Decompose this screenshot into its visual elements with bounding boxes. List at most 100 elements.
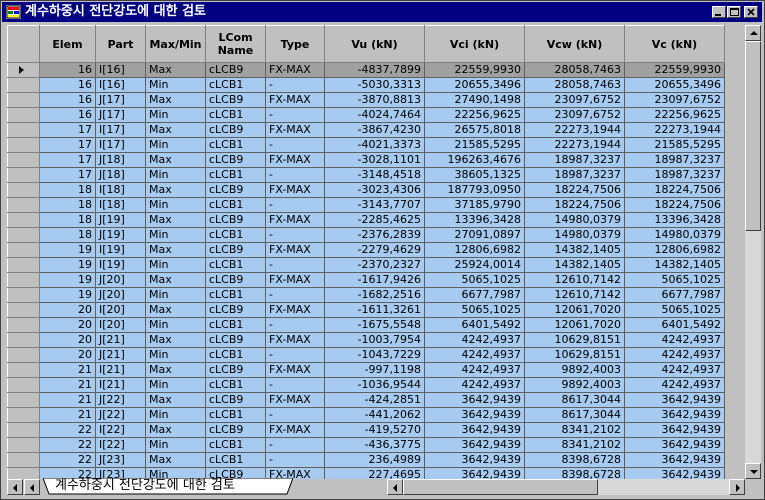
cell-elem[interactable]: 22: [39, 452, 96, 468]
cell-vc[interactable]: 3642,9439: [624, 422, 725, 438]
cell-vci[interactable]: 25924,0014: [424, 257, 525, 273]
cell-vci[interactable]: 20655,3496: [424, 77, 525, 93]
cell-lcom-name[interactable]: cLCB9: [205, 62, 266, 78]
cell-vc[interactable]: 22256,9625: [624, 107, 725, 123]
cell-vu[interactable]: -441,2062: [324, 407, 425, 423]
row-selector[interactable]: [7, 362, 40, 378]
cell-lcom-name[interactable]: cLCB1: [205, 137, 266, 153]
cell-part[interactable]: J[20]: [95, 287, 146, 303]
cell-vcw[interactable]: 28058,7463: [524, 62, 625, 78]
cell-vci[interactable]: 5065,1025: [424, 272, 525, 288]
cell-maxmin[interactable]: Min: [145, 227, 206, 243]
cell-part[interactable]: I[19]: [95, 257, 146, 273]
table-row[interactable]: 20 I[20] Max cLCB9 FX-MAX -1611,3261 5065,1025…: [7, 302, 725, 318]
cell-lcom-name[interactable]: cLCB9: [205, 92, 266, 108]
cell-vc[interactable]: 18224,7506: [624, 197, 725, 213]
row-selector[interactable]: [7, 212, 40, 228]
table-row[interactable]: 21 I[21] Max cLCB9 FX-MAX -997,1198 4242,4937 9…: [7, 362, 725, 378]
cell-vci[interactable]: 187793,0950: [424, 182, 525, 198]
cell-vci[interactable]: 3642,9439: [424, 467, 525, 479]
cell-vc[interactable]: 3642,9439: [624, 392, 725, 408]
cell-part[interactable]: I[16]: [95, 62, 146, 78]
col-header-type[interactable]: Type: [265, 25, 325, 63]
cell-type[interactable]: FX-MAX: [265, 152, 325, 168]
cell-vu[interactable]: -1675,5548: [324, 317, 425, 333]
cell-type[interactable]: -: [265, 377, 325, 393]
cell-vc[interactable]: 5065,1025: [624, 302, 725, 318]
col-header-elem[interactable]: Elem: [39, 25, 96, 63]
cell-elem[interactable]: 22: [39, 437, 96, 453]
table-row[interactable]: 20 I[20] Min cLCB1- -1675,5548 6401,5492 12061…: [7, 317, 725, 333]
close-button[interactable]: [744, 6, 758, 18]
cell-part[interactable]: I[22]: [95, 437, 146, 453]
cell-vci[interactable]: 3642,9439: [424, 392, 525, 408]
cell-maxmin[interactable]: Max: [145, 332, 206, 348]
cell-vcw[interactable]: 8617,3044: [524, 392, 625, 408]
cell-maxmin[interactable]: Min: [145, 317, 206, 333]
row-selector[interactable]: [7, 167, 40, 183]
cell-lcom-name[interactable]: cLCB1: [205, 437, 266, 453]
cell-vu[interactable]: -3023,4306: [324, 182, 425, 198]
cell-elem[interactable]: 19: [39, 242, 96, 258]
cell-type[interactable]: FX-MAX: [265, 182, 325, 198]
scroll-right-button[interactable]: [729, 479, 745, 495]
cell-part[interactable]: I[22]: [95, 422, 146, 438]
table-row[interactable]: 17 I[17] Max cLCB9 FX-MAX -3867,4230 26575,801…: [7, 122, 725, 138]
cell-lcom-name[interactable]: cLCB9: [205, 212, 266, 228]
cell-vci[interactable]: 6401,5492: [424, 317, 525, 333]
cell-elem[interactable]: 18: [39, 182, 96, 198]
table-row[interactable]: 20 J[21] Min cLCB1- -1043,7229 4242,4937 10629…: [7, 347, 725, 363]
cell-part[interactable]: J[22]: [95, 392, 146, 408]
cell-vc[interactable]: 13396,3428: [624, 212, 725, 228]
cell-vu[interactable]: -419,5270: [324, 422, 425, 438]
cell-vc[interactable]: 22273,1944: [624, 122, 725, 138]
cell-vu[interactable]: -3870,8813: [324, 92, 425, 108]
cell-lcom-name[interactable]: cLCB1: [205, 197, 266, 213]
title-bar[interactable]: 계수하중시 전단강도에 대한 검토: [2, 2, 762, 22]
row-selector[interactable]: [7, 272, 40, 288]
cell-lcom-name[interactable]: cLCB1: [205, 227, 266, 243]
horizontal-scroll-thumb[interactable]: [403, 479, 598, 495]
cell-elem[interactable]: 16: [39, 77, 96, 93]
cell-maxmin[interactable]: Min: [145, 287, 206, 303]
cell-type[interactable]: FX-MAX: [265, 62, 325, 78]
cell-vci[interactable]: 4242,4937: [424, 347, 525, 363]
cell-part[interactable]: I[21]: [95, 362, 146, 378]
cell-part[interactable]: J[18]: [95, 167, 146, 183]
table-row[interactable]: 21 J[22] Max cLCB9 FX-MAX -424,2851 3642,9439 8…: [7, 392, 725, 408]
table-row[interactable]: 17 J[18] Max cLCB9 FX-MAX -3028,1101 196263,46…: [7, 152, 725, 168]
cell-vu[interactable]: -1043,7229: [324, 347, 425, 363]
table-row[interactable]: 16 J[17] Max cLCB9 FX-MAX -3870,8813 27490,149…: [7, 92, 725, 108]
cell-maxmin[interactable]: Min: [145, 197, 206, 213]
cell-type[interactable]: FX-MAX: [265, 392, 325, 408]
cell-vu[interactable]: -3148,4518: [324, 167, 425, 183]
cell-type[interactable]: -: [265, 107, 325, 123]
cell-vc[interactable]: 18987,3237: [624, 152, 725, 168]
row-selector[interactable]: [7, 62, 40, 78]
tab-prev-button[interactable]: [24, 479, 40, 495]
cell-lcom-name[interactable]: cLCB1: [205, 317, 266, 333]
cell-vci[interactable]: 4242,4937: [424, 362, 525, 378]
cell-vcw[interactable]: 12061,7020: [524, 302, 625, 318]
row-selector[interactable]: [7, 77, 40, 93]
cell-vc[interactable]: 14980,0379: [624, 227, 725, 243]
cell-vu[interactable]: -4837,7899: [324, 62, 425, 78]
horizontal-scrollbar[interactable]: [387, 479, 745, 495]
cell-vu[interactable]: -2285,4625: [324, 212, 425, 228]
cell-lcom-name[interactable]: cLCB9: [205, 362, 266, 378]
cell-vu[interactable]: -997,1198: [324, 362, 425, 378]
cell-vcw[interactable]: 9892,4003: [524, 362, 625, 378]
cell-elem[interactable]: 17: [39, 122, 96, 138]
cell-elem[interactable]: 22: [39, 422, 96, 438]
cell-vu[interactable]: 227,4695: [324, 467, 425, 479]
cell-maxmin[interactable]: Max: [145, 272, 206, 288]
row-selector[interactable]: [7, 197, 40, 213]
table-row[interactable]: 21 I[21] Min cLCB1- -1036,9544 4242,4937 9892,…: [7, 377, 725, 393]
cell-vcw[interactable]: 28058,7463: [524, 77, 625, 93]
cell-maxmin[interactable]: Min: [145, 167, 206, 183]
cell-vu[interactable]: -4024,7464: [324, 107, 425, 123]
cell-vcw[interactable]: 12610,7142: [524, 287, 625, 303]
cell-maxmin[interactable]: Min: [145, 257, 206, 273]
results-grid[interactable]: Elem Part Max/Min LCom Name Type Vu (kN)…: [7, 25, 745, 479]
cell-maxmin[interactable]: Max: [145, 452, 206, 468]
